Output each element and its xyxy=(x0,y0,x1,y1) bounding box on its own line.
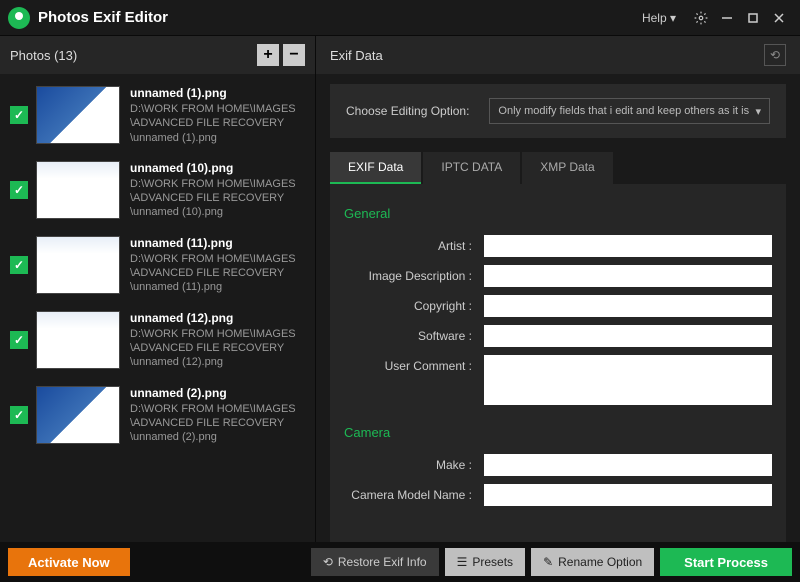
photo-thumbnail[interactable] xyxy=(36,311,120,369)
section-general: General xyxy=(344,206,772,221)
exif-data-title: Exif Data xyxy=(330,48,383,63)
field-input[interactable] xyxy=(484,355,772,405)
settings-button[interactable] xyxy=(688,5,714,31)
rename-icon: ✎ xyxy=(543,555,553,569)
photo-checkbox[interactable] xyxy=(10,106,28,124)
start-process-button[interactable]: Start Process xyxy=(660,548,792,576)
photo-item[interactable]: unnamed (11).png D:\WORK FROM HOME\IMAGE… xyxy=(4,230,311,301)
field-input[interactable] xyxy=(484,454,772,476)
photo-filename: unnamed (12).png xyxy=(130,311,305,325)
restore-exif-button[interactable]: ⟲Restore Exif Info xyxy=(311,548,439,576)
chevron-down-icon: ▾ xyxy=(755,105,761,118)
field-row: Artist : xyxy=(344,235,772,257)
field-row: Software : xyxy=(344,325,772,347)
field-label: Software : xyxy=(344,325,484,343)
sidebar: Photos (13) + − unnamed (1).png D:\WORK … xyxy=(0,36,316,542)
photo-thumbnail[interactable] xyxy=(36,161,120,219)
field-label: Image Description : xyxy=(344,265,484,283)
main-header: Exif Data ⟲ xyxy=(316,36,800,74)
field-label: User Comment : xyxy=(344,355,484,373)
field-row: Make : xyxy=(344,454,772,476)
photo-item[interactable]: unnamed (2).png D:\WORK FROM HOME\IMAGES… xyxy=(4,380,311,451)
photo-checkbox[interactable] xyxy=(10,331,28,349)
photo-list[interactable]: unnamed (1).png D:\WORK FROM HOME\IMAGES… xyxy=(0,74,315,542)
main-panel: Exif Data ⟲ Choose Editing Option: Only … xyxy=(316,36,800,542)
field-row: Copyright : xyxy=(344,295,772,317)
field-row: Camera Model Name : xyxy=(344,484,772,506)
editing-option-row: Choose Editing Option: Only modify field… xyxy=(330,84,786,138)
activate-button[interactable]: Activate Now xyxy=(8,548,130,576)
presets-button[interactable]: ☰Presets xyxy=(445,548,525,576)
presets-icon: ☰ xyxy=(457,555,468,569)
tab-xmp-data[interactable]: XMP Data xyxy=(522,152,612,184)
photo-thumbnail[interactable] xyxy=(36,236,120,294)
photo-thumbnail[interactable] xyxy=(36,86,120,144)
photo-filename: unnamed (10).png xyxy=(130,161,305,175)
refresh-button[interactable]: ⟲ xyxy=(764,44,786,66)
app-title: Photos Exif Editor xyxy=(38,9,168,26)
photo-info: unnamed (2).png D:\WORK FROM HOME\IMAGES… xyxy=(130,386,305,445)
photo-checkbox[interactable] xyxy=(10,256,28,274)
choose-option-label: Choose Editing Option: xyxy=(346,104,469,118)
photo-info: unnamed (10).png D:\WORK FROM HOME\IMAGE… xyxy=(130,161,305,220)
photo-filename: unnamed (2).png xyxy=(130,386,305,400)
photo-info: unnamed (1).png D:\WORK FROM HOME\IMAGES… xyxy=(130,86,305,145)
photo-item[interactable]: unnamed (12).png D:\WORK FROM HOME\IMAGE… xyxy=(4,305,311,376)
field-label: Artist : xyxy=(344,235,484,253)
photo-info: unnamed (11).png D:\WORK FROM HOME\IMAGE… xyxy=(130,236,305,295)
field-row: User Comment : xyxy=(344,355,772,405)
photo-path: D:\WORK FROM HOME\IMAGES\ADVANCED FILE R… xyxy=(130,252,305,295)
tab-exif-data[interactable]: EXIF Data xyxy=(330,152,421,184)
field-row: Image Description : xyxy=(344,265,772,287)
field-input[interactable] xyxy=(484,295,772,317)
restore-icon: ⟲ xyxy=(323,555,333,569)
photo-info: unnamed (12).png D:\WORK FROM HOME\IMAGE… xyxy=(130,311,305,370)
close-button[interactable] xyxy=(766,5,792,31)
add-photo-button[interactable]: + xyxy=(257,44,279,66)
photo-path: D:\WORK FROM HOME\IMAGES\ADVANCED FILE R… xyxy=(130,327,305,370)
photo-item[interactable]: unnamed (1).png D:\WORK FROM HOME\IMAGES… xyxy=(4,80,311,151)
field-label: Camera Model Name : xyxy=(344,484,484,502)
photo-path: D:\WORK FROM HOME\IMAGES\ADVANCED FILE R… xyxy=(130,402,305,445)
photo-filename: unnamed (11).png xyxy=(130,236,305,250)
section-camera: Camera xyxy=(344,425,772,440)
field-label: Make : xyxy=(344,454,484,472)
remove-photo-button[interactable]: − xyxy=(283,44,305,66)
maximize-button[interactable] xyxy=(740,5,766,31)
photo-path: D:\WORK FROM HOME\IMAGES\ADVANCED FILE R… xyxy=(130,177,305,220)
dropdown-value: Only modify fields that i edit and keep … xyxy=(498,105,749,117)
field-input[interactable] xyxy=(484,484,772,506)
exif-form: General Artist : Image Description : Cop… xyxy=(330,184,786,542)
photo-thumbnail[interactable] xyxy=(36,386,120,444)
app-logo-icon xyxy=(8,7,30,29)
footer-bar: Activate Now ⟲Restore Exif Info ☰Presets… xyxy=(0,542,800,582)
help-menu[interactable]: Help ▾ xyxy=(642,11,676,25)
photo-item[interactable]: unnamed (10).png D:\WORK FROM HOME\IMAGE… xyxy=(4,155,311,226)
field-label: Copyright : xyxy=(344,295,484,313)
rename-option-button[interactable]: ✎Rename Option xyxy=(531,548,654,576)
minimize-button[interactable] xyxy=(714,5,740,31)
photos-count: Photos (13) xyxy=(10,48,77,63)
photo-checkbox[interactable] xyxy=(10,406,28,424)
data-tabs: EXIF DataIPTC DATAXMP Data xyxy=(316,138,800,184)
field-input[interactable] xyxy=(484,265,772,287)
sidebar-header: Photos (13) + − xyxy=(0,36,315,74)
photo-filename: unnamed (1).png xyxy=(130,86,305,100)
tab-iptc-data[interactable]: IPTC DATA xyxy=(423,152,520,184)
photo-checkbox[interactable] xyxy=(10,181,28,199)
field-input[interactable] xyxy=(484,325,772,347)
photo-path: D:\WORK FROM HOME\IMAGES\ADVANCED FILE R… xyxy=(130,102,305,145)
field-input[interactable] xyxy=(484,235,772,257)
titlebar: Photos Exif Editor Help ▾ xyxy=(0,0,800,36)
editing-option-dropdown[interactable]: Only modify fields that i edit and keep … xyxy=(489,98,770,124)
